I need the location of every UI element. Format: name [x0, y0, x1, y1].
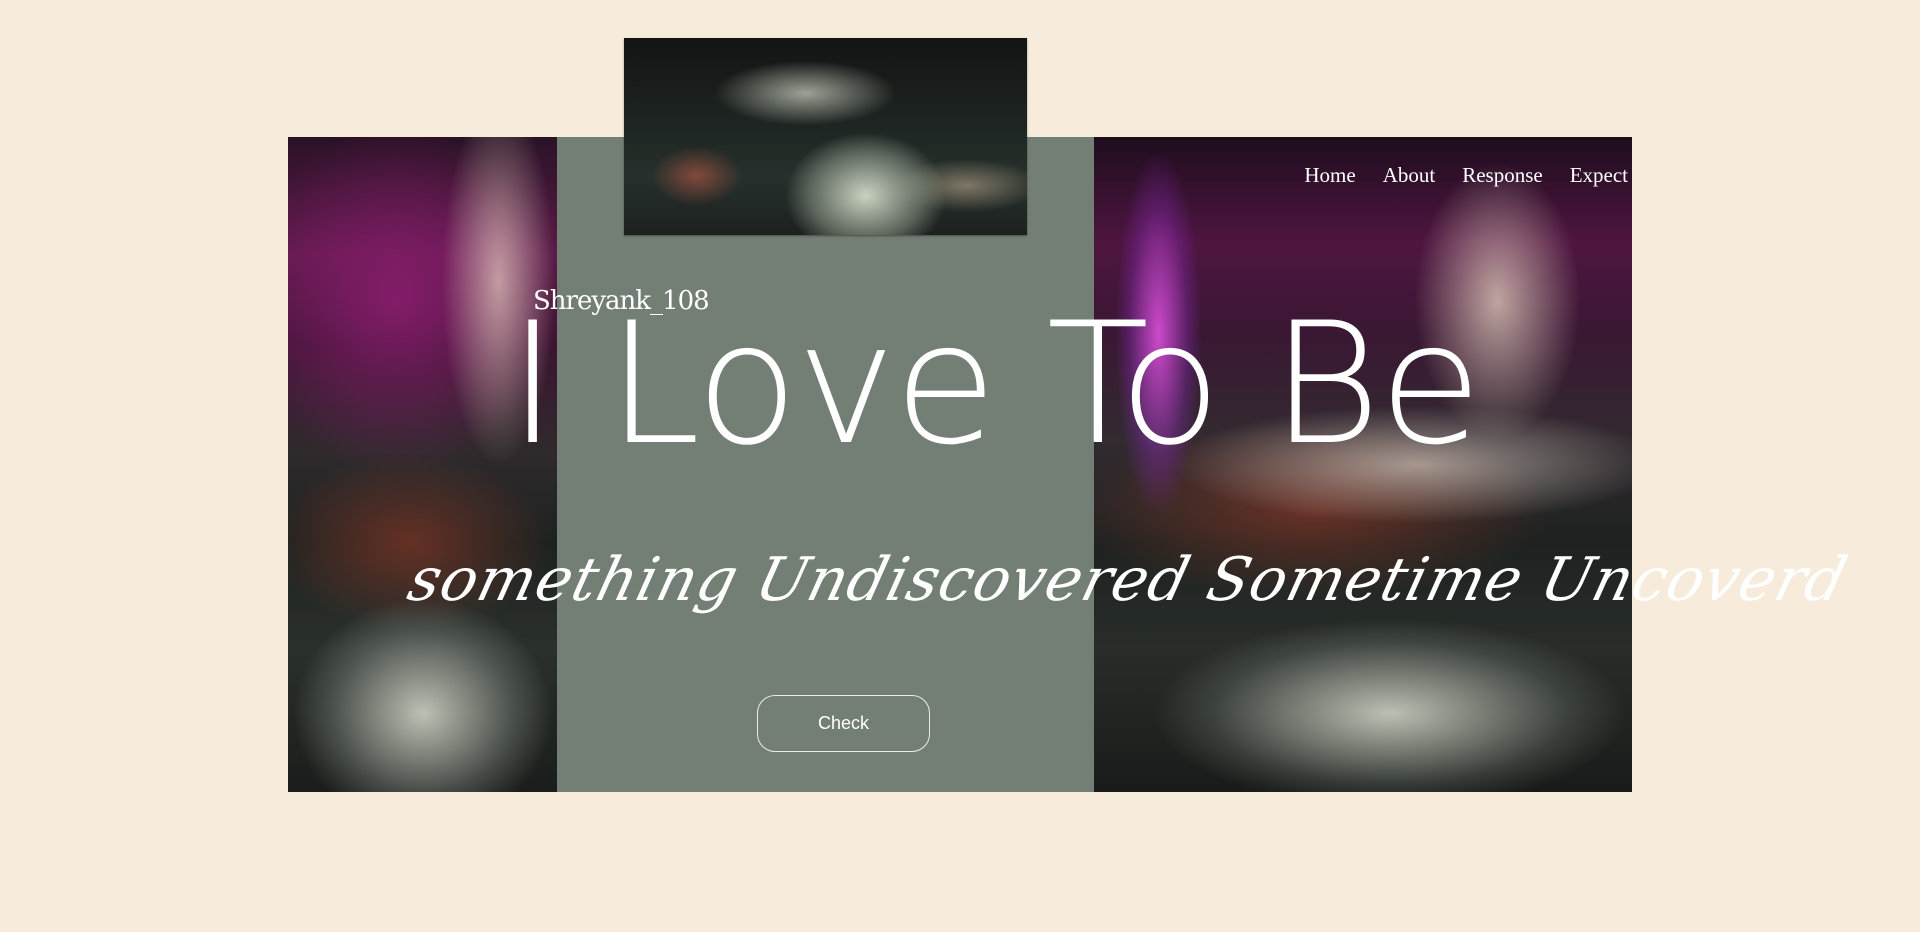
- main-nav: Home About Response Expect: [1304, 163, 1628, 188]
- nav-home[interactable]: Home: [1304, 163, 1355, 188]
- nav-expect[interactable]: Expect: [1570, 163, 1628, 188]
- nav-about[interactable]: About: [1383, 163, 1436, 188]
- featured-image-top: [624, 38, 1027, 235]
- hero-headline: I Love To Be: [508, 286, 1482, 482]
- hero-tagline: something Undiscovered Sometime Uncoverd: [401, 545, 1855, 615]
- page: Home About Response Expect Shreyank_108 …: [0, 0, 1920, 932]
- nav-response[interactable]: Response: [1462, 163, 1543, 188]
- check-button[interactable]: Check: [757, 695, 930, 752]
